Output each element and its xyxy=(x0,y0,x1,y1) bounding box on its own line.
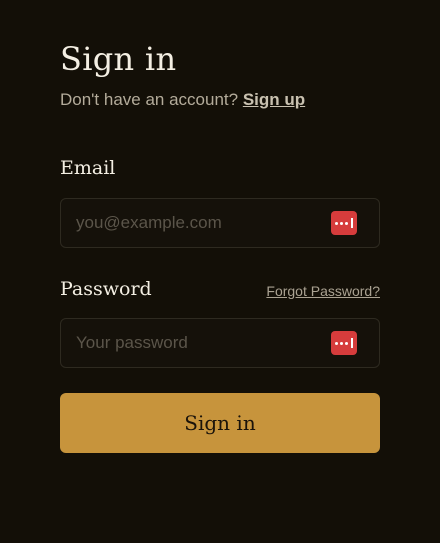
email-input[interactable] xyxy=(61,199,321,247)
signup-prompt-text: Don't have an account? xyxy=(60,90,243,109)
pm-dot xyxy=(335,341,338,345)
forgot-password-link[interactable]: Forgot Password? xyxy=(266,283,380,299)
signup-link[interactable]: Sign up xyxy=(243,90,305,109)
pm-dot xyxy=(335,221,338,225)
pm-dot xyxy=(345,221,348,225)
sign-in-page: Sign in Don't have an account? Sign up E… xyxy=(0,0,440,543)
password-label: Password xyxy=(60,278,152,300)
email-field-wrapper xyxy=(60,198,380,248)
pm-cursor-bar xyxy=(351,338,353,348)
sign-in-button[interactable]: Sign in xyxy=(60,393,380,453)
email-label: Email xyxy=(60,157,116,179)
pm-dot xyxy=(345,341,348,345)
signup-prompt: Don't have an account? Sign up xyxy=(60,90,305,110)
password-field-wrapper xyxy=(60,318,380,368)
pm-dot xyxy=(340,221,343,225)
password-manager-icon[interactable] xyxy=(331,211,357,235)
pm-cursor-bar xyxy=(351,218,353,228)
pm-dot xyxy=(340,341,343,345)
page-title: Sign in xyxy=(60,40,177,78)
password-input[interactable] xyxy=(61,319,321,367)
password-manager-icon[interactable] xyxy=(331,331,357,355)
